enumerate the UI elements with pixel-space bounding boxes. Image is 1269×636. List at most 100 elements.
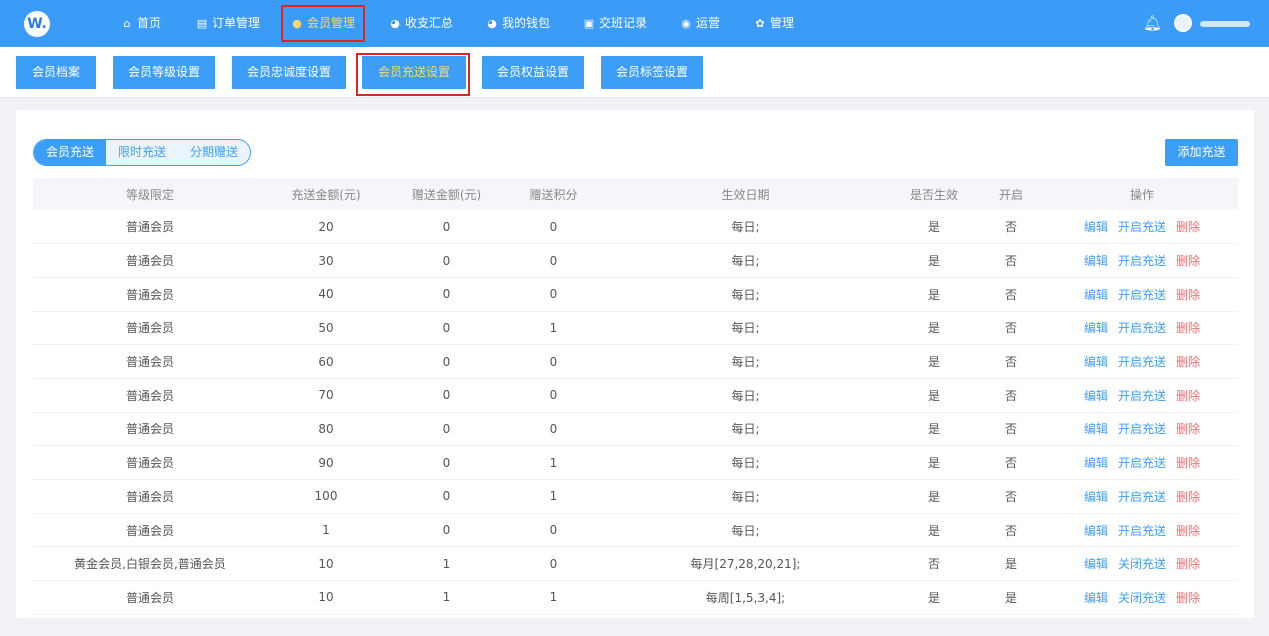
edit-link[interactable]: 编辑	[1084, 288, 1108, 302]
toggle-recharge-link[interactable]: 开启充送	[1118, 456, 1166, 470]
edit-link[interactable]: 编辑	[1084, 456, 1108, 470]
nav-item-label: 收支汇总	[405, 16, 454, 30]
table-cell: 0	[385, 412, 508, 447]
table-row: 普通会员 70 0 0 每日; 是否编辑 开启充送 删除	[33, 378, 1238, 413]
add-recharge-button[interactable]: 添加充送	[1165, 139, 1238, 166]
brand-logo[interactable]: W.	[24, 11, 50, 37]
segment-tabs: 会员充送 限时充送 分期赠送	[33, 139, 252, 166]
table-cell: 是	[892, 311, 976, 346]
table-cell: 否	[976, 210, 1046, 245]
table-cell: 50	[267, 311, 385, 346]
delete-link[interactable]: 删除	[1176, 591, 1200, 605]
segment-tab-1[interactable]: 限时充送	[106, 140, 178, 165]
table-cell: 黄金会员,白银会员,普通会员	[33, 546, 267, 582]
nav-item-3[interactable]: ◕ 收支汇总	[389, 0, 453, 47]
table-cell: 1	[385, 580, 508, 615]
toggle-recharge-link[interactable]: 关闭充送	[1118, 591, 1166, 605]
nav-item-label: 管理	[770, 16, 795, 30]
table-cell: 是	[976, 546, 1046, 582]
toggle-recharge-link[interactable]: 开启充送	[1118, 220, 1166, 234]
edit-link[interactable]: 编辑	[1084, 557, 1108, 571]
edit-link[interactable]: 编辑	[1084, 254, 1108, 268]
table-cell: 普通会员	[33, 277, 267, 312]
table-cell: 20	[267, 210, 385, 245]
edit-link[interactable]: 编辑	[1084, 220, 1108, 234]
nav-item-5[interactable]: ▣ 交班记录	[583, 0, 647, 47]
table-cell: 每日;	[599, 311, 892, 346]
segment-tab-2[interactable]: 分期赠送	[178, 140, 250, 165]
table-row: 普通会员 100 0 1 每日; 是否编辑 开启充送 删除	[33, 479, 1238, 514]
subnav-button-1[interactable]: 会员等级设置	[113, 56, 215, 89]
table-cell: 0	[385, 378, 508, 413]
gear-icon: ✿	[755, 16, 765, 30]
table-row: 普通会员 60 0 0 每日; 是否编辑 开启充送 删除	[33, 344, 1238, 379]
nav-item-label: 运营	[696, 16, 721, 30]
edit-link[interactable]: 编辑	[1084, 321, 1108, 335]
table-row: 普通会员 1 0 0 每日; 是否编辑 开启充送 删除	[33, 513, 1238, 548]
delete-link[interactable]: 删除	[1176, 422, 1200, 436]
username-blurred[interactable]	[1200, 21, 1250, 27]
table-cell: 每日;	[599, 513, 892, 548]
delete-link[interactable]: 删除	[1176, 254, 1200, 268]
subnav-button-5[interactable]: 会员标签设置	[601, 56, 703, 89]
column-header: 生效日期	[599, 178, 892, 210]
nav-item-7[interactable]: ✿ 管理	[754, 0, 794, 47]
table-cell: 0	[508, 210, 599, 245]
actions-cell: 编辑 开启充送 删除	[1046, 513, 1238, 548]
table-cell: 0	[385, 311, 508, 346]
nav-item-6[interactable]: ◉ 运营	[680, 0, 720, 47]
delete-link[interactable]: 删除	[1176, 389, 1200, 403]
toggle-recharge-link[interactable]: 开启充送	[1118, 254, 1166, 268]
table-cell: 是	[892, 243, 976, 278]
delete-link[interactable]: 删除	[1176, 490, 1200, 504]
edit-link[interactable]: 编辑	[1084, 524, 1108, 538]
delete-link[interactable]: 删除	[1176, 524, 1200, 538]
actions-cell: 编辑 开启充送 删除	[1046, 311, 1238, 346]
nav-item-1[interactable]: ▤ 订单管理	[196, 0, 260, 47]
actions-cell: 编辑 开启充送 删除	[1046, 243, 1238, 278]
table-cell: 否	[976, 378, 1046, 413]
toggle-recharge-link[interactable]: 关闭充送	[1118, 557, 1166, 571]
table-cell: 普通会员	[33, 479, 267, 514]
subnav-button-0[interactable]: 会员档案	[16, 56, 96, 89]
bell-icon[interactable]: 🔔︎	[1143, 15, 1162, 31]
pie-icon: ◕	[390, 16, 400, 30]
avatar[interactable]	[1174, 14, 1192, 32]
edit-link[interactable]: 编辑	[1084, 355, 1108, 369]
edit-link[interactable]: 编辑	[1084, 389, 1108, 403]
table-cell: 是	[892, 513, 976, 548]
actions-cell: 编辑 开启充送 删除	[1046, 277, 1238, 312]
table-cell: 普通会员	[33, 344, 267, 379]
edit-link[interactable]: 编辑	[1084, 422, 1108, 436]
delete-link[interactable]: 删除	[1176, 456, 1200, 470]
segment-tab-0[interactable]: 会员充送	[34, 140, 107, 165]
edit-link[interactable]: 编辑	[1084, 490, 1108, 504]
toggle-recharge-link[interactable]: 开启充送	[1118, 355, 1166, 369]
nav-item-4[interactable]: ◕ 我的钱包	[486, 0, 550, 47]
delete-link[interactable]: 删除	[1176, 220, 1200, 234]
table-cell: 是	[892, 479, 976, 514]
table-cell: 否	[976, 243, 1046, 278]
wallet-pie-icon: ◕	[487, 16, 497, 30]
delete-link[interactable]: 删除	[1176, 557, 1200, 571]
delete-link[interactable]: 删除	[1176, 288, 1200, 302]
actions-cell: 编辑 开启充送 删除	[1046, 378, 1238, 413]
delete-link[interactable]: 删除	[1176, 355, 1200, 369]
nav-item-0[interactable]: ⌂ 首页	[121, 0, 162, 47]
actions-cell: 编辑 开启充送 删除	[1046, 412, 1238, 447]
toggle-recharge-link[interactable]: 开启充送	[1118, 524, 1166, 538]
subnav-button-2[interactable]: 会员忠诚度设置	[232, 56, 346, 89]
subnav-button-4[interactable]: 会员权益设置	[482, 56, 584, 89]
table-cell: 普通会员	[33, 311, 267, 346]
delete-link[interactable]: 删除	[1176, 321, 1200, 335]
table-row: 普通会员 20 0 0 每日; 是否编辑 开启充送 删除	[33, 210, 1238, 245]
table-cell: 40	[267, 277, 385, 312]
toggle-recharge-link[interactable]: 开启充送	[1118, 490, 1166, 504]
toggle-recharge-link[interactable]: 开启充送	[1118, 389, 1166, 403]
edit-link[interactable]: 编辑	[1084, 591, 1108, 605]
table-cell: 每日;	[599, 479, 892, 514]
toggle-recharge-link[interactable]: 开启充送	[1118, 321, 1166, 335]
toggle-recharge-link[interactable]: 开启充送	[1118, 288, 1166, 302]
highlight-box-member-management	[281, 5, 365, 42]
toggle-recharge-link[interactable]: 开启充送	[1118, 422, 1166, 436]
